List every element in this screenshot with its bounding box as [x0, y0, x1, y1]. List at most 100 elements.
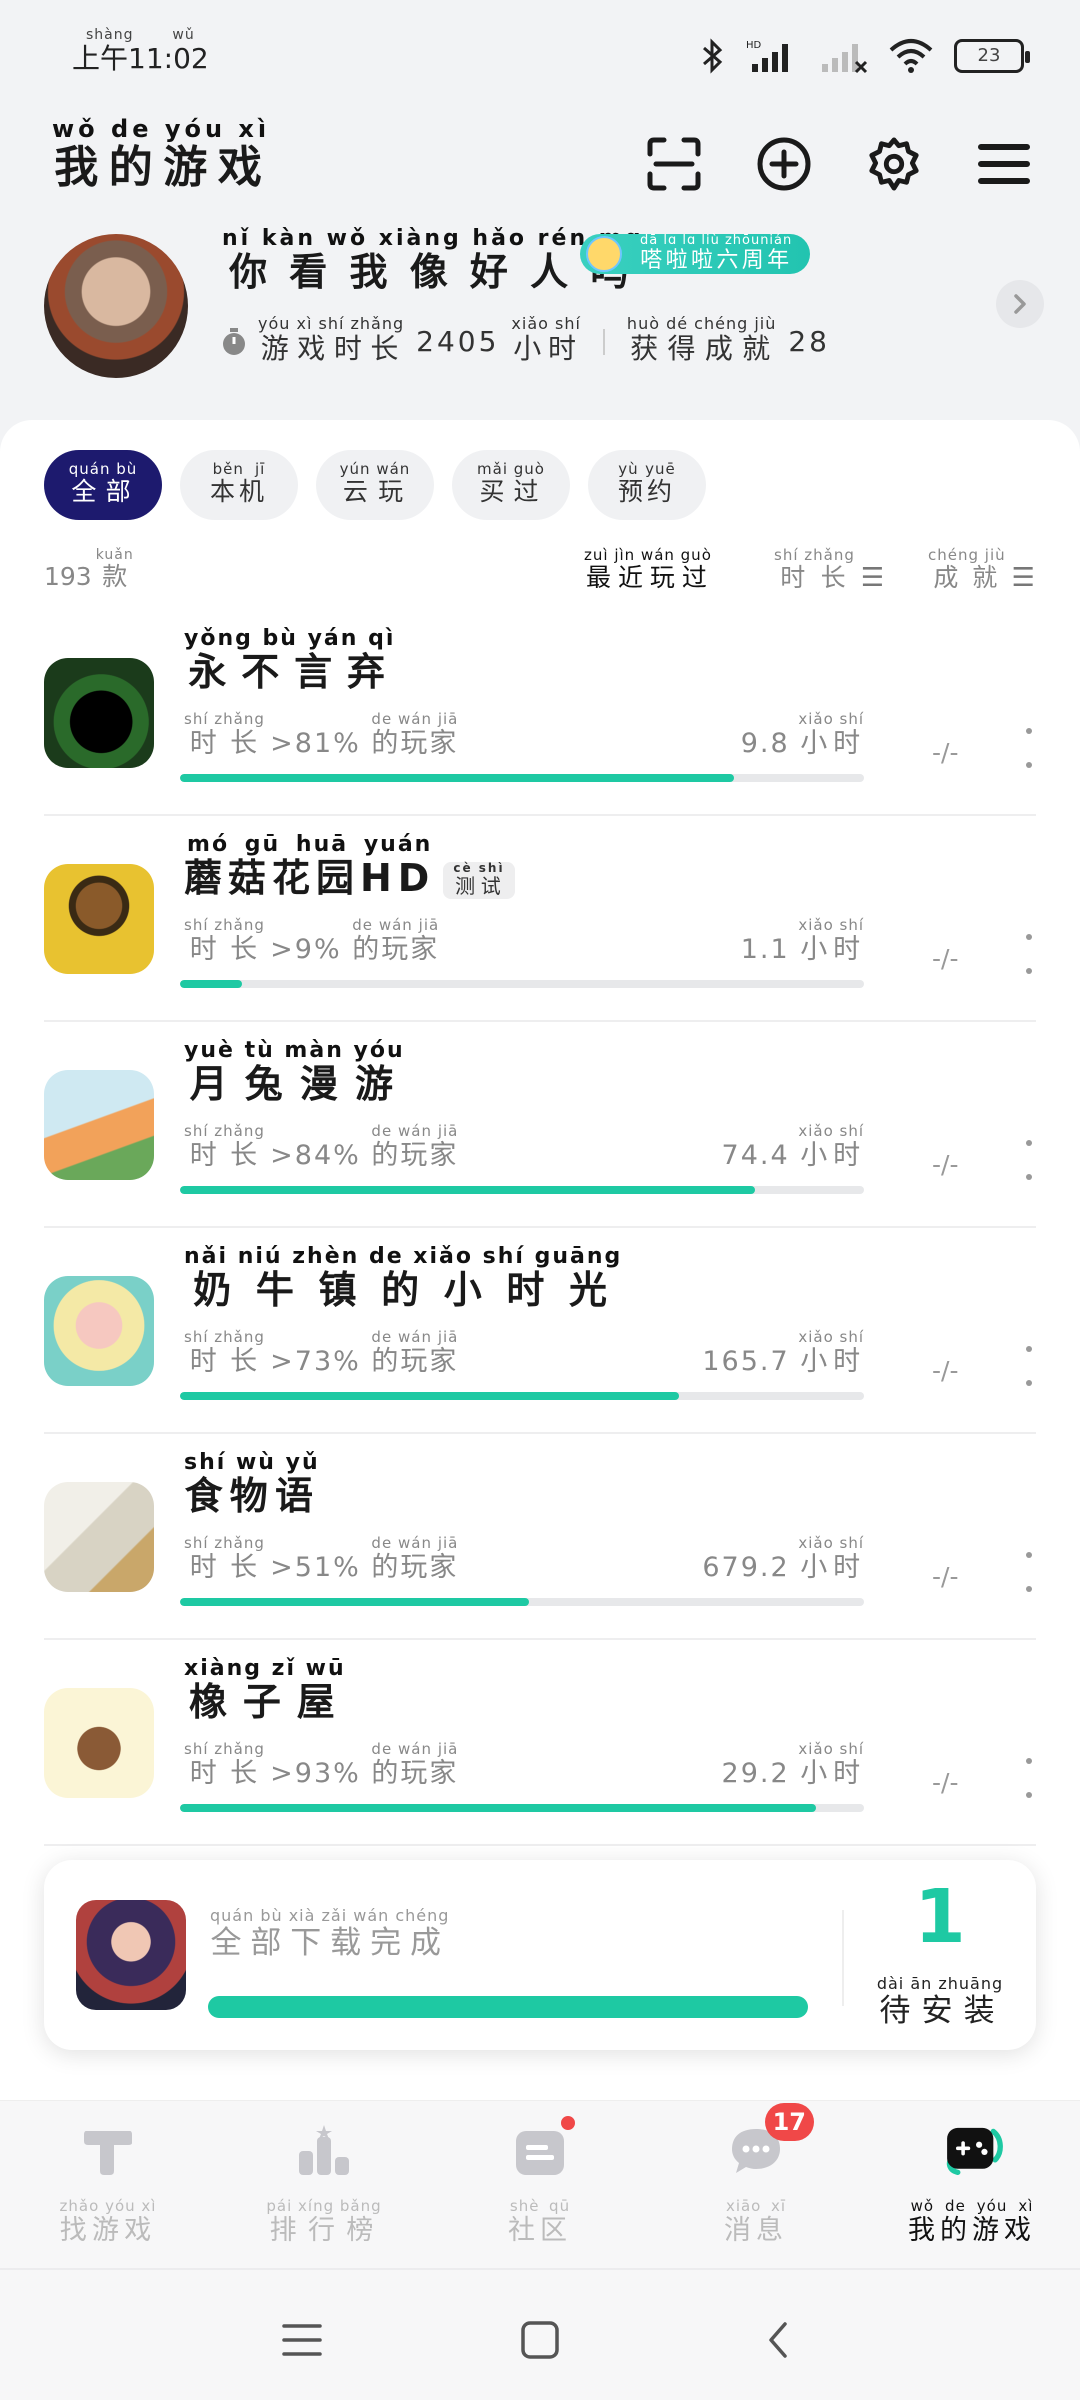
playtime-unit: 小时 [511, 332, 581, 365]
signal-weak-icon [822, 44, 868, 74]
wifi-icon [889, 39, 933, 73]
game-row[interactable]: 奶牛镇的小时光nǎi niú zhèn de xiǎo shí guāng 时长… [44, 1228, 1036, 1434]
game-playtime: 165.7 小时xiǎo shí [702, 1328, 864, 1377]
stopwatch-icon [223, 327, 245, 355]
page-title: 我的游戏wǒ de yóu xì [52, 115, 271, 193]
scan-button[interactable] [646, 136, 702, 192]
game-playtime: 9.8 小时xiǎo shí [740, 710, 864, 759]
bluetooth-icon [703, 38, 723, 74]
filter-chip-purchased[interactable]: 买过mǎi guò [452, 450, 570, 520]
battery-indicator: 23 [954, 39, 1030, 73]
game-playtime: 1.1 小时xiǎo shí [740, 916, 864, 965]
more-options-button[interactable] [1022, 728, 1036, 768]
sort-bar: 193 款kuǎn 最近玩过zuì jìn wán guò 时长shí zhǎn… [44, 546, 1038, 598]
download-panel[interactable]: 全部下载完成quán bù xià zǎi wán chéng 1 待安装dài… [44, 1860, 1036, 2050]
filter-chip-local[interactable]: 本机běn jī [180, 450, 298, 520]
download-progress-bar [208, 1996, 808, 2018]
profile-arrow-button[interactable] [996, 280, 1044, 328]
game-title: 月兔漫游yuè tù màn yóu [184, 1038, 405, 1106]
sort-recent-button[interactable]: 最近玩过zuì jìn wán guò [584, 546, 712, 594]
tab-ranking[interactable]: 排行榜pái xíng bǎng [216, 2119, 432, 2247]
tab-my-games[interactable]: 我的游戏wǒ de yóu xì [864, 2119, 1080, 2247]
hamburger-menu-icon [978, 144, 1030, 184]
game-count: 193 款kuǎn [44, 547, 134, 591]
sort-icon: ☰ [860, 563, 888, 593]
game-stats: 时长shí zhǎng >84% 的玩家de wán jiā 74.4 小时xi… [184, 1122, 864, 1171]
back-button[interactable] [748, 2310, 808, 2370]
game-icon [44, 1070, 154, 1180]
status-icons: HD 23 [700, 38, 1030, 74]
game-row[interactable]: 永不言弃yǒng bù yán qì 时长shí zhǎng >81% 的玩家d… [44, 610, 1036, 816]
notification-dot [558, 2113, 578, 2133]
filter-chip-cloud[interactable]: 云玩yún wán [316, 450, 434, 520]
playtime-percentile-bar [180, 774, 864, 782]
sort-achievement-button[interactable]: 成就chéng jiù☰ [928, 546, 1038, 594]
game-title: 橡子屋xiàng zǐ wū [184, 1656, 346, 1724]
home-button[interactable] [510, 2310, 570, 2370]
game-stats: 时长shí zhǎng >81% 的玩家de wán jiā 9.8 小时xiǎ… [184, 710, 864, 759]
more-options-button[interactable] [1022, 1758, 1036, 1798]
game-icon [44, 1482, 154, 1592]
badge-avatar-icon [586, 236, 622, 272]
game-row[interactable]: 月兔漫游yuè tù màn yóu 时长shí zhǎng >84% 的玩家d… [44, 1022, 1036, 1228]
download-status: 全部下载完成quán bù xià zǎi wán chéng [210, 1906, 450, 1961]
game-row[interactable]: 蘑菇花园HDmó gū huā yuán测试cè shì 时长shí zhǎng… [44, 816, 1036, 1022]
more-options-button[interactable] [1022, 934, 1036, 974]
filter-chip-all[interactable]: 全部quán bù [44, 450, 162, 520]
game-achievement: -/- [932, 738, 959, 767]
bottom-tab-bar: 找游戏zhǎo yóu xì 排行榜pái xíng bǎng 社区shè qū… [0, 2100, 1080, 2268]
tab-messages[interactable]: 17 消息xiāo xī [648, 2103, 864, 2247]
more-options-button[interactable] [1022, 1346, 1036, 1386]
game-title: 奶牛镇的小时光nǎi niú zhèn de xiǎo shí guāng [184, 1244, 623, 1312]
filter-chips: 全部quán bù 本机běn jī 云玩yún wán 买过mǎi guò 预… [44, 450, 706, 520]
game-playtime: 679.2 小时xiǎo shí [702, 1534, 864, 1583]
menu-lines-icon [282, 2324, 322, 2356]
game-playtime: 74.4 小时xiǎo shí [721, 1122, 864, 1171]
username: 你看我像好人吗nǐ kàn wǒ xiàng hǎo rén mɑ [222, 226, 644, 294]
unread-badge: 17 [764, 2103, 814, 2141]
game-achievement: -/- [932, 944, 959, 973]
find-game-icon [76, 2119, 140, 2183]
add-button[interactable] [756, 136, 812, 192]
game-icon [44, 864, 154, 974]
achievements-label: 获得成就 [626, 332, 777, 365]
game-icon [44, 1276, 154, 1386]
tab-find-game[interactable]: 找游戏zhǎo yóu xì [0, 2119, 216, 2247]
more-options-button[interactable] [1022, 1552, 1036, 1592]
stats-divider [602, 328, 605, 355]
ranking-icon [292, 2119, 356, 2183]
settings-button[interactable] [866, 136, 922, 192]
game-achievement: -/- [932, 1356, 959, 1385]
recent-apps-button[interactable] [272, 2310, 332, 2370]
scan-icon [647, 137, 701, 191]
sort-playtime-button[interactable]: 时长shí zhǎng☰ [774, 546, 888, 594]
profile-section[interactable]: 你看我像好人吗nǐ kàn wǒ xiàng hǎo rén mɑ 嗒啦啦六周年… [44, 222, 1044, 382]
chevron-right-icon [1014, 294, 1026, 314]
game-title: 蘑菇花园HDmó gū huā yuán测试cè shì [184, 832, 515, 902]
svg-text:HD: HD [746, 40, 762, 51]
signal-icon: HD [746, 40, 788, 72]
game-row[interactable]: 食物语shí wù yǔ 时长shí zhǎng >51% 的玩家de wán … [44, 1434, 1036, 1640]
avatar[interactable] [44, 234, 188, 378]
filter-chip-reserved[interactable]: 预约yù yuē [588, 450, 706, 520]
game-icon [44, 658, 154, 768]
game-stats: 时长shí zhǎng >73% 的玩家de wán jiā 165.7 小时x… [184, 1328, 864, 1377]
playtime-label: 游戏时长 [258, 332, 405, 365]
community-icon [508, 2113, 578, 2183]
tab-community[interactable]: 社区shè qū [432, 2113, 648, 2247]
status-time: 上午11:02shàng wǔ [72, 27, 209, 75]
game-title: 永不言弃yǒng bù yán qì [184, 626, 396, 694]
game-achievement: -/- [932, 1562, 959, 1591]
game-icon [44, 1688, 154, 1798]
pending-install-label[interactable]: 待安装dài ān zhuāng [844, 1974, 1036, 2030]
game-row[interactable]: 橡子屋xiàng zǐ wū 时长shí zhǎng >93% 的玩家de wá… [44, 1640, 1036, 1846]
sort-icon: ☰ [1011, 563, 1038, 593]
message-icon: 17 [724, 2103, 814, 2183]
menu-button[interactable] [976, 136, 1032, 192]
anniversary-badge[interactable]: 嗒啦啦六周年dā lɑ lɑ liù zhōunián [580, 233, 811, 274]
more-options-button[interactable] [1022, 1140, 1036, 1180]
game-stats: 时长shí zhǎng >9% 的玩家de wán jiā 1.1 小时xiǎo… [184, 916, 864, 965]
game-playtime: 29.2 小时xiǎo shí [721, 1740, 864, 1789]
gear-icon [869, 137, 919, 191]
game-achievement: -/- [932, 1150, 959, 1179]
